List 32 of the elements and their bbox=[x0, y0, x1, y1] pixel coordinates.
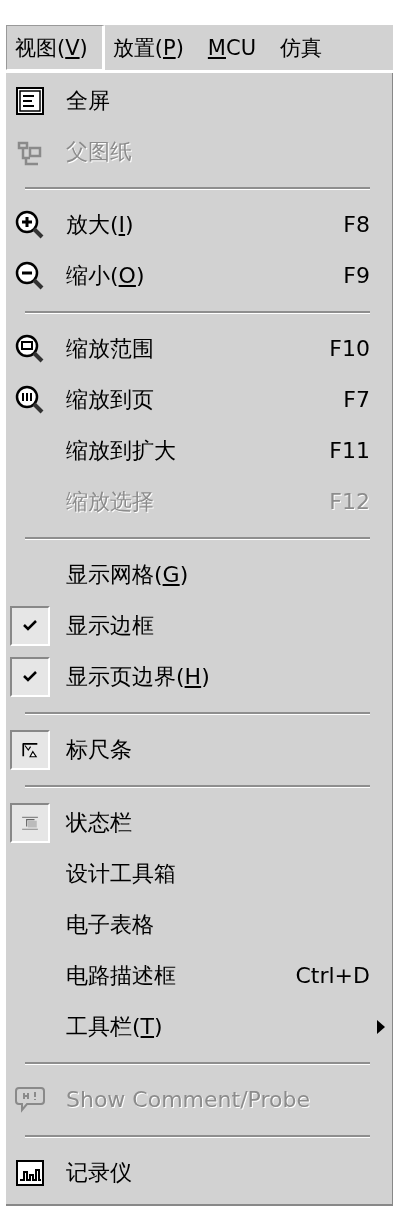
menu-item[interactable]: 标尺条 bbox=[6, 724, 392, 775]
magnifier-icon bbox=[14, 332, 46, 365]
shortcut-label: Ctrl+D bbox=[295, 963, 370, 988]
shortcut-label: F9 bbox=[343, 263, 370, 288]
menu-item[interactable]: 放大(I) F8 bbox=[6, 199, 392, 250]
menu-bar-item[interactable]: 视图(V) bbox=[6, 25, 105, 70]
menu-item[interactable]: 全屏 bbox=[6, 75, 392, 126]
menu-item[interactable]: 显示页边界(H) bbox=[6, 651, 392, 702]
menu-item[interactable]: 缩放到页 F7 bbox=[6, 374, 392, 425]
menu-item[interactable]: 缩放到扩大 F11 bbox=[6, 425, 392, 476]
menu-item[interactable]: 工具栏(T) bbox=[6, 1001, 392, 1052]
menu-bar-item[interactable]: 仿真 bbox=[272, 25, 339, 70]
magnifier-icon bbox=[14, 383, 46, 416]
shortcut-label: F12 bbox=[329, 489, 370, 514]
shortcut-label: F7 bbox=[343, 387, 370, 412]
menu-bar-item[interactable]: MCU bbox=[199, 25, 273, 70]
shortcut-label: F10 bbox=[329, 336, 370, 361]
shortcut-label: F11 bbox=[329, 438, 370, 463]
menu-item[interactable]: 显示网格(G) bbox=[6, 549, 392, 600]
window-icon bbox=[14, 84, 46, 117]
menu-item[interactable]: 显示边框 bbox=[6, 600, 392, 651]
zoom-out-icon bbox=[14, 259, 46, 292]
menu-item[interactable]: 缩放范围 F10 bbox=[6, 323, 392, 374]
menu-item[interactable]: 电路描述框 Ctrl+D bbox=[6, 950, 392, 1001]
menu-item[interactable]: 状态栏 bbox=[6, 797, 392, 848]
shortcut-label: F8 bbox=[343, 212, 370, 237]
menu-item[interactable]: 设计工具箱 bbox=[6, 848, 392, 899]
zoom-in-icon bbox=[14, 208, 46, 241]
menu-bar-item[interactable]: 放置(P) bbox=[104, 25, 200, 70]
menu-item[interactable]: 电子表格 bbox=[6, 899, 392, 950]
menu-item[interactable]: 缩小(O) F9 bbox=[6, 250, 392, 301]
menu-item[interactable]: 记录仪 bbox=[6, 1147, 392, 1198]
